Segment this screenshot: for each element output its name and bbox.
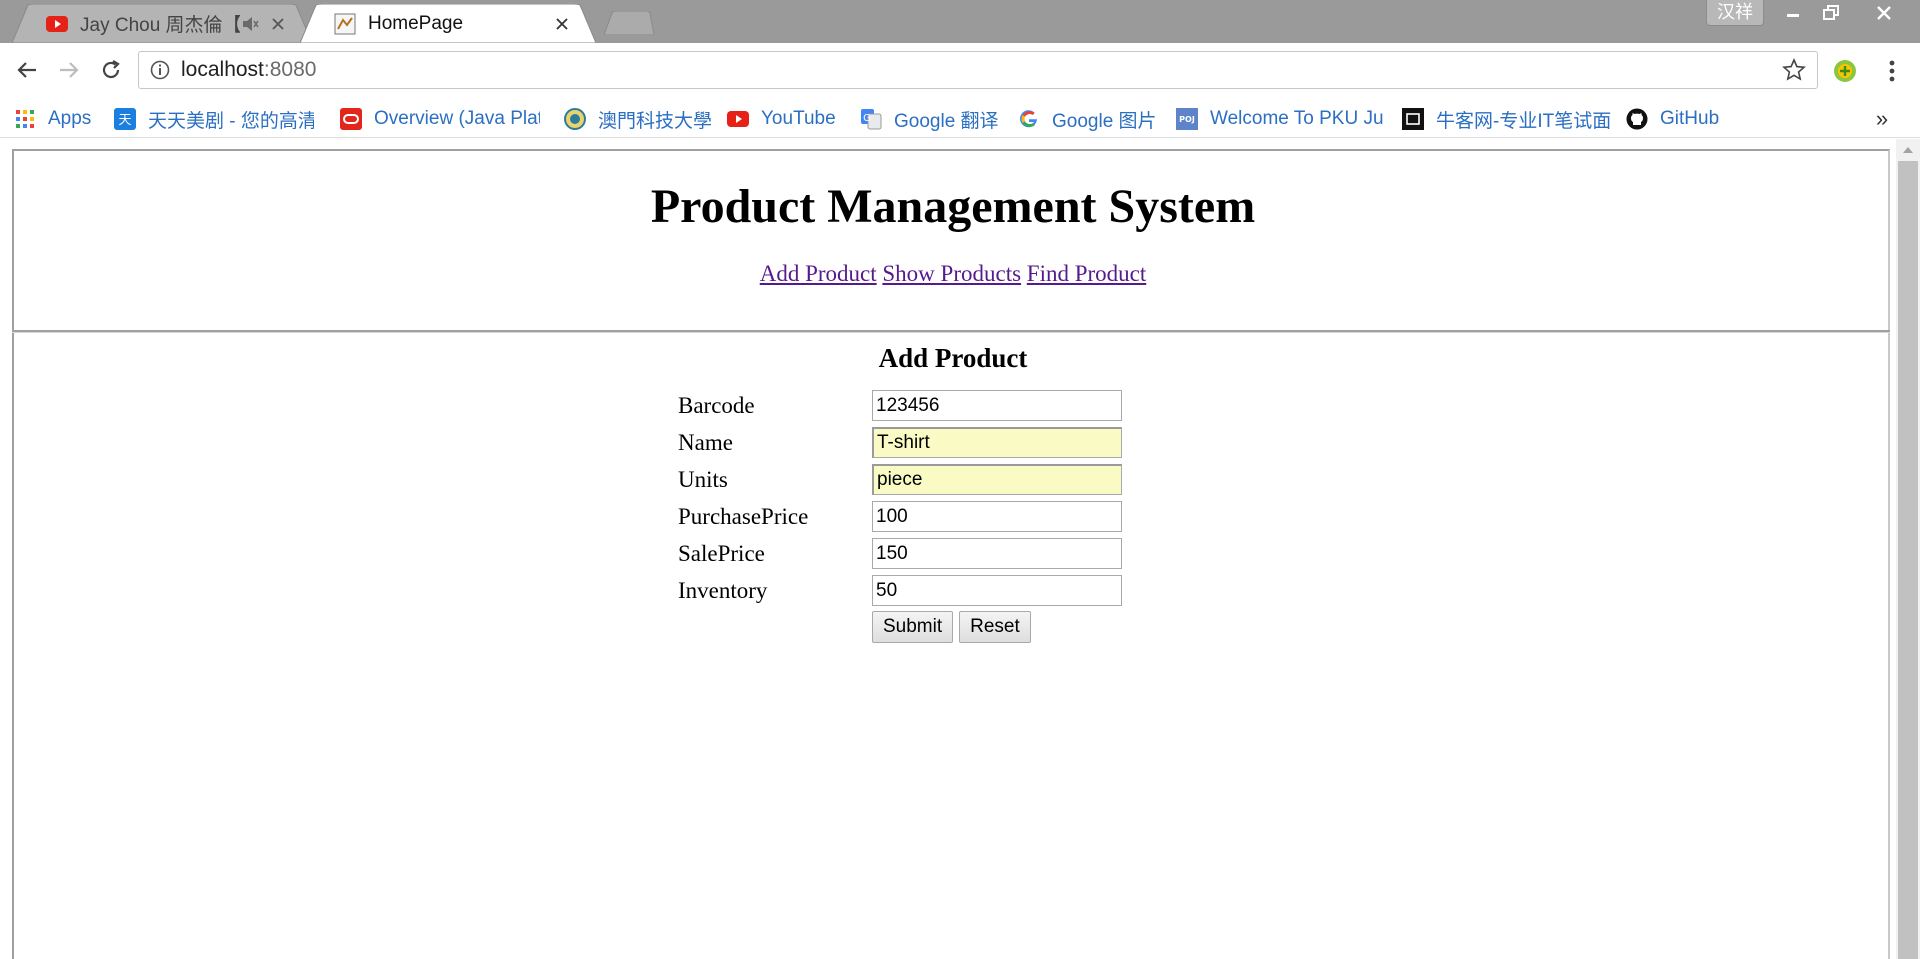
github-icon: [1626, 108, 1648, 130]
bookmark-label: Google 图片: [1052, 110, 1157, 132]
back-icon[interactable]: [10, 53, 44, 87]
more-menu-icon[interactable]: [1882, 57, 1902, 85]
name-label: Name: [678, 429, 733, 455]
bookmark-nowcoder[interactable]: 牛客网-专业IT笔试面: [1402, 100, 1612, 138]
restore-icon[interactable]: [1814, 0, 1848, 26]
add-product-link[interactable]: Add Product: [760, 261, 877, 286]
page-favicon: [334, 13, 356, 35]
bookmarks-bar: Apps 天 天天美剧 - 您的高清 Overview (Java Plat 澳…: [0, 100, 1920, 138]
purchase-price-input[interactable]: [872, 501, 1122, 532]
bookmark-star-icon[interactable]: [1781, 57, 1807, 83]
nav-links: Add Product Show Products Find Product: [14, 261, 1892, 287]
forward-icon[interactable]: [52, 53, 86, 87]
bookmark-java-overview[interactable]: Overview (Java Plat: [340, 100, 540, 138]
svg-text:天: 天: [118, 113, 131, 128]
form-title: Add Product: [878, 343, 1028, 373]
find-product-link[interactable]: Find Product: [1027, 261, 1146, 286]
apps-grid-icon: [14, 108, 36, 130]
form-buttons: Submit Reset: [872, 611, 1037, 643]
form-row-barcode: Barcode: [678, 389, 1122, 422]
url-port: :8080: [263, 58, 317, 81]
tab-homepage[interactable]: HomePage: [300, 4, 596, 43]
name-input[interactable]: [872, 427, 1122, 458]
svg-text:G: G: [863, 113, 871, 124]
bookmark-poj[interactable]: POJ Welcome To PKU Ju: [1176, 100, 1386, 138]
youtube-icon: [46, 13, 68, 35]
tiantian-icon: 天: [114, 108, 136, 130]
sale-price-input[interactable]: [872, 538, 1122, 569]
tab-title: HomePage: [368, 12, 464, 34]
bookmark-label: Overview (Java Plat: [374, 108, 540, 129]
header-frame: Product Management System Add Product Sh…: [12, 149, 1890, 332]
tab-jay-chou[interactable]: Jay Chou 周杰倫【我: [12, 4, 312, 43]
oracle-icon: [340, 108, 362, 130]
bookmark-label: 天天美剧 - 您的高清: [148, 110, 314, 132]
bookmark-google-translate[interactable]: G Google 翻译: [860, 100, 999, 138]
profile-button[interactable]: 汉祥: [1706, 0, 1764, 26]
reload-icon[interactable]: [94, 53, 128, 87]
youtube-icon: [727, 108, 749, 130]
bookmark-label: Apps: [48, 108, 92, 129]
reset-button[interactable]: Reset: [959, 611, 1031, 643]
barcode-input[interactable]: [872, 390, 1122, 421]
must-icon: [564, 108, 586, 130]
bookmark-github[interactable]: GitHub: [1626, 100, 1719, 138]
address-bar[interactable]: localhost:8080: [138, 51, 1818, 89]
page-viewport: Product Management System Add Product Sh…: [0, 139, 1920, 959]
google-icon: [1018, 108, 1040, 130]
close-icon[interactable]: [268, 14, 288, 34]
svg-text:POJ: POJ: [1179, 115, 1195, 124]
submit-button[interactable]: Submit: [872, 611, 954, 643]
window-close-icon[interactable]: [1864, 0, 1904, 26]
form-row-purchase-price: PurchasePrice: [678, 500, 1122, 533]
show-products-link[interactable]: Show Products: [882, 261, 1021, 286]
bookmark-youtube[interactable]: YouTube: [727, 100, 836, 138]
info-icon[interactable]: [149, 59, 171, 81]
bookmark-label: Google 翻译: [894, 110, 999, 132]
title-bar: Jay Chou 周杰倫【我 HomePage 汉祥: [0, 0, 1920, 43]
units-input[interactable]: [872, 464, 1122, 495]
units-label: Units: [678, 466, 728, 492]
form-row-units: Units: [678, 463, 1122, 496]
browser-toolbar: localhost:8080: [0, 43, 1920, 100]
purchase-price-label: PurchasePrice: [678, 503, 809, 529]
bookmarks-overflow-button[interactable]: »: [1870, 100, 1894, 138]
page-title: Product Management System: [650, 180, 1256, 233]
inventory-label: Inventory: [678, 577, 768, 603]
poj-icon: POJ: [1176, 108, 1198, 130]
nowcoder-icon: [1402, 108, 1424, 130]
extension-icon[interactable]: [1832, 58, 1858, 84]
inventory-input[interactable]: [872, 575, 1122, 606]
scrollbar-thumb[interactable]: [1898, 161, 1918, 959]
bookmark-tiantian[interactable]: 天 天天美剧 - 您的高清: [114, 100, 314, 138]
sale-price-label: SalePrice: [678, 540, 765, 566]
scroll-up-arrow-icon[interactable]: [1896, 139, 1920, 161]
minimize-icon[interactable]: [1776, 0, 1810, 26]
bookmark-label: 澳門科技大學: [598, 110, 713, 132]
bookmark-apps[interactable]: Apps: [14, 100, 91, 138]
bookmark-label: GitHub: [1660, 108, 1720, 129]
barcode-label: Barcode: [678, 392, 755, 418]
google-translate-icon: G: [860, 108, 882, 130]
bookmark-must[interactable]: 澳門科技大學: [564, 100, 712, 138]
url-text[interactable]: localhost:8080: [181, 58, 1781, 82]
content-frame: Add Product Barcode Name Units PurchaseP…: [12, 333, 1890, 959]
form-row-name: Name: [678, 426, 1122, 459]
bookmark-label: YouTube: [761, 108, 836, 129]
tab-title: Jay Chou 周杰倫【我: [80, 15, 240, 36]
new-tab-button[interactable]: [604, 11, 654, 35]
form-row-sale-price: SalePrice: [678, 537, 1122, 570]
url-host: localhost: [181, 58, 264, 81]
bookmark-google-images[interactable]: Google 图片: [1018, 100, 1157, 138]
close-icon[interactable]: [552, 14, 572, 34]
bookmark-label: 牛客网-专业IT笔试面: [1436, 110, 1612, 132]
form-row-inventory: Inventory: [678, 574, 1122, 607]
bookmark-label: Welcome To PKU Ju: [1210, 108, 1384, 129]
vertical-scrollbar[interactable]: [1896, 139, 1920, 959]
speaker-muted-icon[interactable]: [240, 14, 262, 34]
